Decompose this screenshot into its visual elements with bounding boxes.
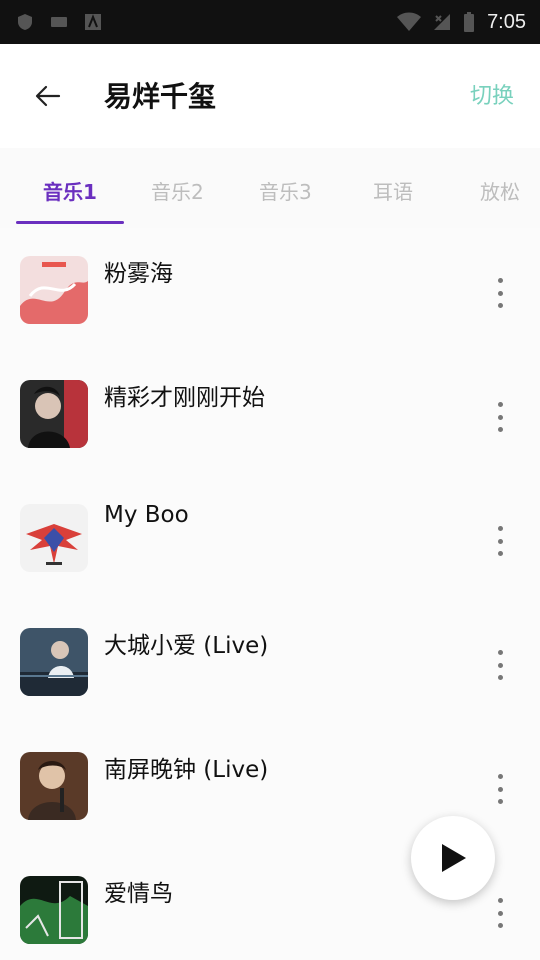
song-row[interactable]: 精彩才刚刚开始 [0, 352, 540, 476]
song-title: 爱情鸟 [104, 881, 173, 907]
song-row[interactable]: My Boo [0, 476, 540, 600]
song-title: 大城小爱 (Live) [104, 633, 269, 659]
album-cover [20, 504, 88, 572]
more-options-button[interactable] [490, 526, 510, 556]
song-title: My Boo [104, 502, 189, 528]
album-cover [20, 752, 88, 820]
song-row[interactable]: 大城小爱 (Live) [0, 600, 540, 724]
tab-relax[interactable]: 放松 [480, 176, 520, 205]
song-row[interactable]: 粉雾海 [0, 228, 540, 352]
song-title: 粉雾海 [104, 261, 173, 287]
back-button[interactable] [30, 80, 66, 112]
more-options-button[interactable] [490, 278, 510, 308]
more-options-button[interactable] [490, 774, 510, 804]
tab-whisper[interactable]: 耳语 [373, 176, 413, 205]
battery-icon [464, 12, 475, 32]
song-title: 精彩才刚刚开始 [104, 385, 265, 411]
more-options-button[interactable] [490, 898, 510, 928]
status-time: 7:05 [487, 10, 526, 33]
song-title: 南屏晚钟 (Live) [104, 757, 269, 783]
tab-music-2[interactable]: 音乐2 [151, 176, 204, 205]
album-cover [20, 876, 88, 944]
switch-button[interactable]: 切换 [470, 78, 514, 110]
no-signal-icon [434, 14, 451, 30]
shield-icon [18, 14, 32, 30]
status-bar: 7:05 [0, 0, 540, 44]
keyboard-icon [51, 17, 67, 27]
tab-music-1[interactable]: 音乐1 [43, 176, 97, 205]
wifi-icon [397, 12, 422, 31]
play-button[interactable] [411, 816, 495, 900]
album-cover [20, 628, 88, 696]
album-cover [20, 380, 88, 448]
app-header: 易烊千玺 切换 [0, 44, 540, 148]
tab-bar: 音乐1 音乐2 音乐3 耳语 放松 [0, 148, 540, 228]
page-title: 易烊千玺 [104, 80, 217, 113]
more-options-button[interactable] [490, 650, 510, 680]
album-cover [20, 256, 88, 324]
app-a-icon [85, 14, 101, 30]
tab-indicator [16, 221, 124, 224]
play-icon [442, 844, 466, 872]
back-arrow-icon [35, 85, 61, 107]
more-options-button[interactable] [490, 402, 510, 432]
tab-music-3[interactable]: 音乐3 [259, 176, 312, 205]
